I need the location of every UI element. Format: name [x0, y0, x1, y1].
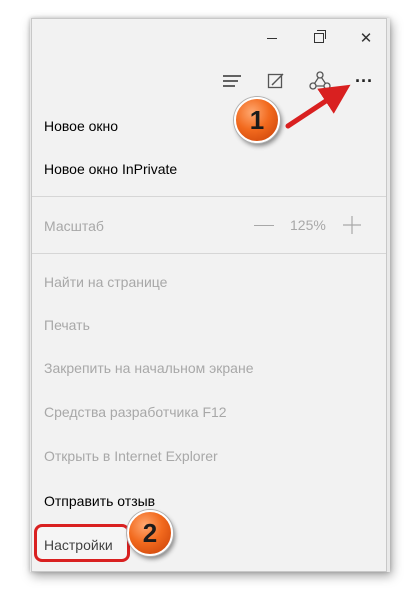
minus-icon: [254, 224, 274, 226]
menu-item-print: Печать: [44, 317, 90, 333]
web-note-button[interactable]: [258, 65, 294, 97]
menu-divider: [32, 196, 386, 197]
zoom-value: 125%: [290, 217, 326, 233]
close-button[interactable]: ✕: [346, 25, 386, 51]
menu-item-send-feedback[interactable]: Отправить отзыв: [44, 492, 155, 510]
zoom-out-button[interactable]: [254, 215, 274, 235]
restore-button[interactable]: [299, 25, 339, 51]
menu-item-new-inprivate-window[interactable]: Новое окно InPrivate: [44, 160, 177, 178]
share-button[interactable]: [302, 65, 338, 97]
menu-item-new-window[interactable]: Новое окно: [44, 117, 118, 135]
menu-item-zoom: Масштаб: [44, 218, 104, 234]
more-button[interactable]: ···: [346, 65, 382, 97]
share-icon: [309, 71, 331, 90]
zoom-in-button[interactable]: [342, 215, 362, 235]
minimize-icon: [267, 37, 277, 39]
minimize-button[interactable]: [252, 25, 292, 51]
browser-menu-window: ✕ ··· Новое окно Новое окно InPrivate Ма…: [31, 18, 387, 572]
hub-icon: [223, 75, 241, 87]
step-2-badge: 2: [127, 510, 173, 556]
restore-icon: [314, 30, 326, 43]
more-icon: ···: [355, 70, 373, 91]
menu-item-f12-developer-tools: Средства разработчика F12: [44, 404, 227, 420]
title-bar: ✕: [32, 19, 386, 59]
menu-divider: [32, 253, 386, 254]
toolbar: ···: [32, 59, 386, 103]
web-note-icon: [267, 73, 284, 89]
menu-item-find-on-page: Найти на странице: [44, 274, 168, 290]
step-1-badge: 1: [234, 97, 280, 143]
settings-highlight-frame: [34, 524, 130, 562]
menu-item-pin-to-start: Закрепить на начальном экране: [44, 360, 254, 376]
menu-item-open-in-ie: Открыть в Internet Explorer: [44, 448, 218, 464]
close-icon: ✕: [359, 30, 373, 47]
hub-button[interactable]: [214, 65, 250, 97]
plus-icon: [343, 216, 361, 234]
